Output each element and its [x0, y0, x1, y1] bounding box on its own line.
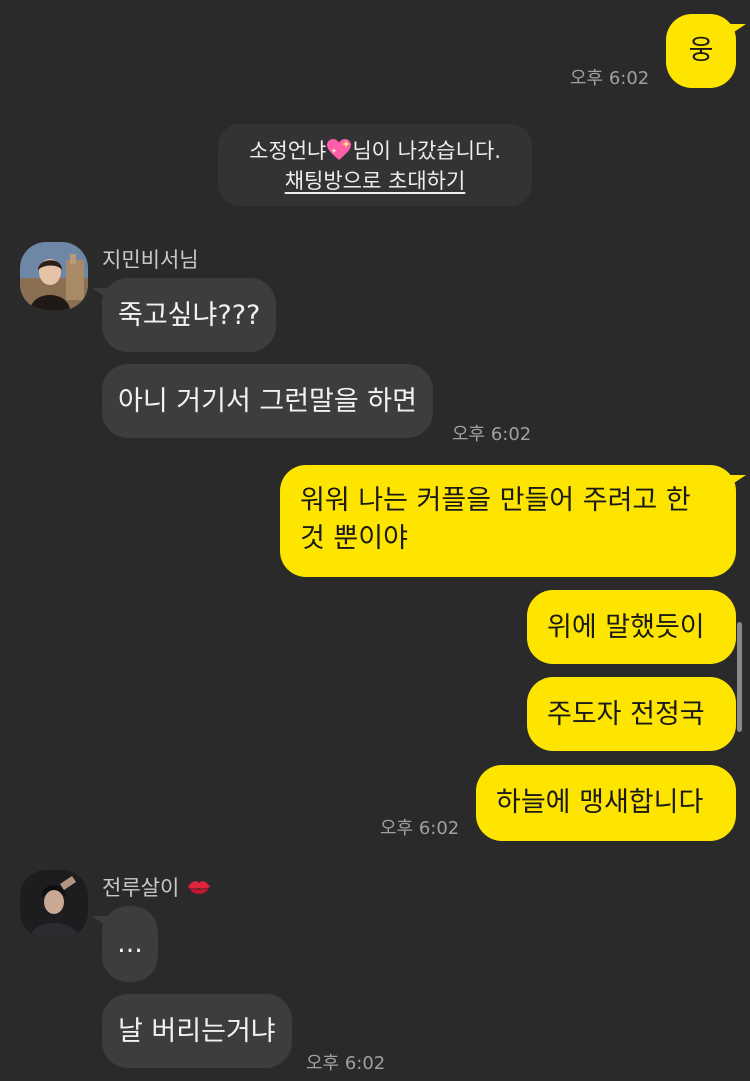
message-text: 위에 말했듯이: [547, 612, 705, 643]
my-message[interactable]: 웅: [666, 14, 746, 88]
avatar[interactable]: [20, 242, 88, 310]
my-message[interactable]: 주도자 전정국: [527, 677, 736, 751]
my-message[interactable]: 위에 말했듯이: [527, 590, 736, 664]
my-message[interactable]: 워워 나는 커플을 만들어 주려고 한 것 뿐이야: [280, 465, 746, 577]
their-message[interactable]: ...: [92, 906, 158, 982]
message-time: 오후 6:02: [570, 68, 650, 89]
message-text: 것 뿐이야: [300, 523, 408, 554]
message-text: 하늘에 맹새합니다: [496, 787, 704, 818]
message-text: ...: [117, 928, 143, 959]
sender-name: 지민비서님: [102, 248, 199, 272]
notice-text: 소정언냐 님이 나갔습니다.: [249, 139, 501, 163]
their-message[interactable]: 죽고싶냐???: [91, 278, 277, 352]
message-text: 날 버리는거냐: [118, 1016, 276, 1047]
message-text: 워워 나는 커플을 만들어 주려고 한: [300, 485, 691, 516]
sender-name: 전루살이: [102, 872, 212, 902]
message-text: 아니 거기서 그런말을 하면: [118, 386, 417, 417]
invite-link[interactable]: 채팅방으로 초대하기: [218, 166, 532, 196]
message-time: 오후 6:02: [306, 1053, 386, 1074]
their-message[interactable]: 날 버리는거냐: [102, 994, 292, 1068]
message-text: 웅: [688, 35, 714, 66]
chat-room[interactable]: 웅 오후 6:02 소정언냐 님이 나갔습니다. 채팅방으로 초대하기 지민비서님…: [0, 0, 750, 1081]
message-time: 오후 6:02: [380, 818, 460, 839]
their-message[interactable]: 아니 거기서 그런말을 하면: [102, 364, 433, 438]
my-message[interactable]: 하늘에 맹새합니다: [476, 765, 736, 841]
kiss-mark-icon: [186, 876, 212, 900]
message-time: 오후 6:02: [452, 424, 532, 445]
sparkling-heart-icon: [326, 139, 352, 163]
message-text: 죽고싶냐???: [118, 300, 261, 331]
message-text: 주도자 전정국: [547, 699, 705, 730]
avatar[interactable]: [20, 870, 88, 938]
scrollbar[interactable]: [737, 622, 742, 732]
system-notice: 소정언냐 님이 나갔습니다. 채팅방으로 초대하기: [218, 124, 532, 206]
